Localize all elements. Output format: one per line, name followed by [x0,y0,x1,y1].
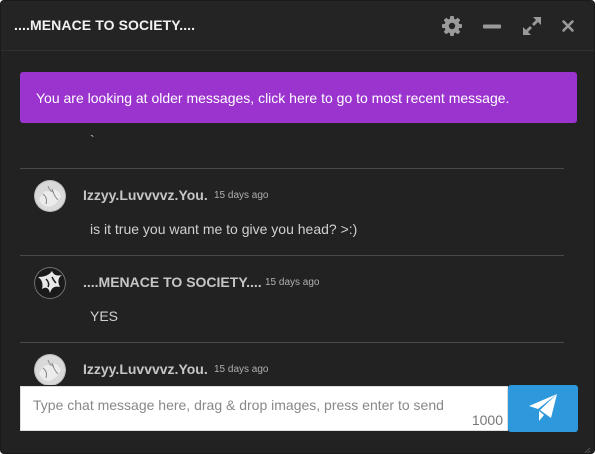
gear-icon [442,16,462,36]
close-button[interactable] [557,15,579,37]
expand-icon [523,17,541,35]
message-username[interactable]: Izzyy.Luvvvvz.You. [83,361,208,377]
message-text: is it true you want me to give you head?… [90,221,358,237]
message-timestamp: 15 days ago [214,190,269,201]
resize-handle[interactable] [583,442,591,453]
expand-button[interactable] [521,15,543,37]
settings-button[interactable] [441,15,463,37]
message-username[interactable]: ....MENACE TO SOCIETY.... [83,274,262,290]
chat-message-input[interactable] [21,387,507,430]
message-text: YES [90,308,119,324]
partial-message-text: ` [90,132,95,148]
avatar-image [34,180,66,212]
avatar[interactable] [34,267,66,299]
older-messages-banner[interactable]: You are looking at older messages, click… [20,72,577,123]
avatar[interactable] [34,180,66,212]
paper-plane-icon [529,394,557,421]
message-timestamp: 15 days ago [214,364,269,375]
message-list[interactable]: ` Izzyy.Luvvvvz.You. 15 days ago is it t… [1,123,594,385]
message-item: ....MENACE TO SOCIETY.... 15 days ago YE… [1,256,594,343]
window-title: ....MENACE TO SOCIETY.... [14,17,196,33]
avatar-image [34,354,66,385]
avatar[interactable] [34,354,66,385]
close-icon [562,20,574,32]
send-button[interactable] [508,385,578,432]
avatar-image [34,267,66,299]
minimize-icon [483,24,501,29]
title-bar[interactable]: ....MENACE TO SOCIETY.... [1,1,594,51]
minimize-button[interactable] [481,15,503,37]
message-username[interactable]: Izzyy.Luvvvvz.You. [83,187,208,203]
message-item: Izzyy.Luvvvvz.You. 15 days ago [1,343,594,385]
message-item: Izzyy.Luvvvvz.You. 15 days ago is it tru… [1,169,594,256]
message-composer: 1000 [20,386,508,431]
message-timestamp: 15 days ago [265,277,320,288]
resize-grip-icon [584,447,591,453]
chat-window: ....MENACE TO SOCIETY.... You are lookin… [0,0,595,454]
character-limit: 1000 [471,412,503,428]
